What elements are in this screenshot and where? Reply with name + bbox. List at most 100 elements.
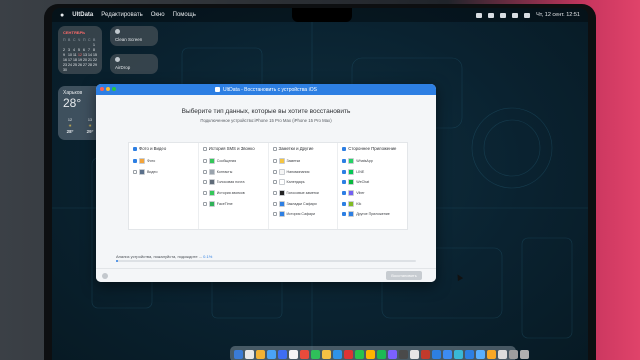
- dock-app-icon[interactable]: [487, 349, 496, 359]
- apple-menu-icon[interactable]: ●: [60, 12, 64, 19]
- data-type-item[interactable]: Напоминания: [272, 167, 334, 178]
- item-checkbox[interactable]: [272, 201, 277, 206]
- close-button[interactable]: [100, 87, 104, 91]
- data-type-item[interactable]: Заметки: [272, 156, 334, 167]
- dock-app-icon[interactable]: [245, 349, 254, 359]
- data-type-item[interactable]: Контакты: [202, 167, 264, 178]
- data-type-item[interactable]: Viber: [342, 188, 403, 199]
- app-icon: [278, 211, 285, 218]
- clean-screen-tile[interactable]: Clean Screen: [110, 26, 158, 46]
- data-type-item[interactable]: Календарь: [272, 177, 334, 188]
- dock-app-icon[interactable]: [476, 349, 485, 359]
- item-checkbox[interactable]: [342, 159, 347, 164]
- dock-app-icon[interactable]: [256, 349, 265, 359]
- calendar-day: 29: [93, 63, 97, 67]
- dock-app-icon[interactable]: [267, 349, 276, 359]
- dock-app-icon[interactable]: [355, 349, 364, 359]
- dock-app-icon[interactable]: [300, 349, 309, 359]
- item-checkbox[interactable]: [342, 169, 347, 174]
- data-type-item[interactable]: FaceTime: [202, 198, 264, 209]
- item-checkbox[interactable]: [342, 212, 347, 217]
- item-checkbox[interactable]: [202, 159, 207, 164]
- recover-button[interactable]: Восстановить: [386, 271, 422, 280]
- data-type-item[interactable]: Голосовые заметки: [272, 188, 334, 199]
- category-header[interactable]: Фото и Видео: [133, 146, 194, 151]
- menu-item-edit[interactable]: Редактировать: [101, 12, 142, 18]
- window-titlebar[interactable]: UltData - Восстановить с устройства iOS: [96, 84, 436, 95]
- dock-app-icon[interactable]: [377, 349, 386, 359]
- data-type-item[interactable]: Другое Приложение: [342, 209, 403, 220]
- wifi-icon[interactable]: [500, 12, 507, 18]
- dock-app-icon[interactable]: [465, 349, 474, 359]
- dock-app-icon[interactable]: [311, 349, 320, 359]
- dock-app-icon[interactable]: [399, 349, 408, 359]
- item-checkbox[interactable]: [342, 201, 347, 206]
- category-header[interactable]: Стороннее Приложение: [342, 146, 403, 151]
- dock-app-icon[interactable]: [278, 349, 287, 359]
- menu-app-name[interactable]: UltData: [72, 12, 93, 18]
- data-type-item[interactable]: LINE: [342, 167, 403, 178]
- category-header[interactable]: История SMS и Звонко: [202, 146, 264, 151]
- item-checkbox[interactable]: [272, 169, 277, 174]
- app-icon: [278, 158, 285, 165]
- item-checkbox[interactable]: [272, 191, 277, 196]
- weather-temp: 28°: [63, 96, 82, 110]
- battery-icon[interactable]: [488, 12, 495, 18]
- calendar-weekday: В: [93, 38, 96, 42]
- data-type-item[interactable]: Видео: [133, 167, 194, 178]
- item-checkbox[interactable]: [202, 191, 207, 196]
- item-checkbox[interactable]: [133, 159, 137, 164]
- item-checkbox[interactable]: [133, 169, 137, 174]
- data-type-item[interactable]: WhatsApp: [342, 156, 403, 167]
- app-icon: [348, 158, 355, 165]
- dock-app-icon[interactable]: [443, 349, 452, 359]
- item-checkbox[interactable]: [272, 212, 277, 217]
- item-checkbox[interactable]: [202, 169, 207, 174]
- item-checkbox[interactable]: [202, 180, 207, 185]
- item-checkbox[interactable]: [272, 180, 277, 185]
- calendar-widget[interactable]: СЕНТЯБРЬ П В С Ч П С В 1 2 3 4 5 6 7 8 9 10 11 12 13 14 15 16 1…: [58, 26, 102, 74]
- dock-app-icon[interactable]: [520, 349, 529, 359]
- dock-app-icon[interactable]: [234, 349, 243, 359]
- category-checkbox[interactable]: [342, 146, 347, 151]
- item-checkbox[interactable]: [342, 180, 347, 185]
- dock-app-icon[interactable]: [509, 349, 518, 359]
- dock-app-icon[interactable]: [498, 349, 507, 359]
- minimize-button[interactable]: [106, 87, 110, 91]
- category-checkbox[interactable]: [133, 146, 137, 151]
- dock-app-icon[interactable]: [410, 349, 419, 359]
- control-center-icon[interactable]: [524, 12, 531, 18]
- zoom-button[interactable]: [112, 87, 116, 91]
- data-type-item[interactable]: Голосовая почта: [202, 177, 264, 188]
- data-type-item[interactable]: Сообщения: [202, 156, 264, 167]
- data-type-item[interactable]: Фото: [133, 156, 194, 167]
- data-type-item[interactable]: WeChat: [342, 177, 403, 188]
- search-icon[interactable]: [512, 12, 519, 18]
- category-header[interactable]: Заметки и Другие: [272, 146, 334, 151]
- menu-clock[interactable]: Чт, 12 сент. 12:51: [536, 12, 580, 18]
- data-type-item[interactable]: Закладки Сафари: [272, 198, 334, 209]
- dock-app-icon[interactable]: [421, 349, 430, 359]
- item-checkbox[interactable]: [272, 159, 277, 164]
- data-type-item[interactable]: История Сафари: [272, 209, 334, 220]
- item-checkbox[interactable]: [342, 191, 347, 196]
- category-checkbox[interactable]: [202, 146, 207, 151]
- dock-app-icon[interactable]: [344, 349, 353, 359]
- menu-item-help[interactable]: Помощь: [173, 12, 196, 18]
- home-icon[interactable]: [102, 273, 108, 279]
- category-checkbox[interactable]: [272, 146, 277, 151]
- dock-app-icon[interactable]: [388, 349, 397, 359]
- airdrop-icon: [115, 57, 120, 62]
- data-type-item[interactable]: История звонков: [202, 188, 264, 199]
- dock-app-icon[interactable]: [432, 349, 441, 359]
- dock-app-icon[interactable]: [322, 349, 331, 359]
- dock-app-icon[interactable]: [289, 349, 298, 359]
- dock-app-icon[interactable]: [454, 349, 463, 359]
- data-type-item[interactable]: Kik: [342, 198, 403, 209]
- item-checkbox[interactable]: [202, 201, 207, 206]
- airdrop-tile[interactable]: AirDrop: [110, 54, 158, 74]
- control-icon[interactable]: [476, 12, 483, 18]
- menu-item-window[interactable]: Окно: [151, 12, 165, 18]
- dock-app-icon[interactable]: [366, 349, 375, 359]
- dock-app-icon[interactable]: [333, 349, 342, 359]
